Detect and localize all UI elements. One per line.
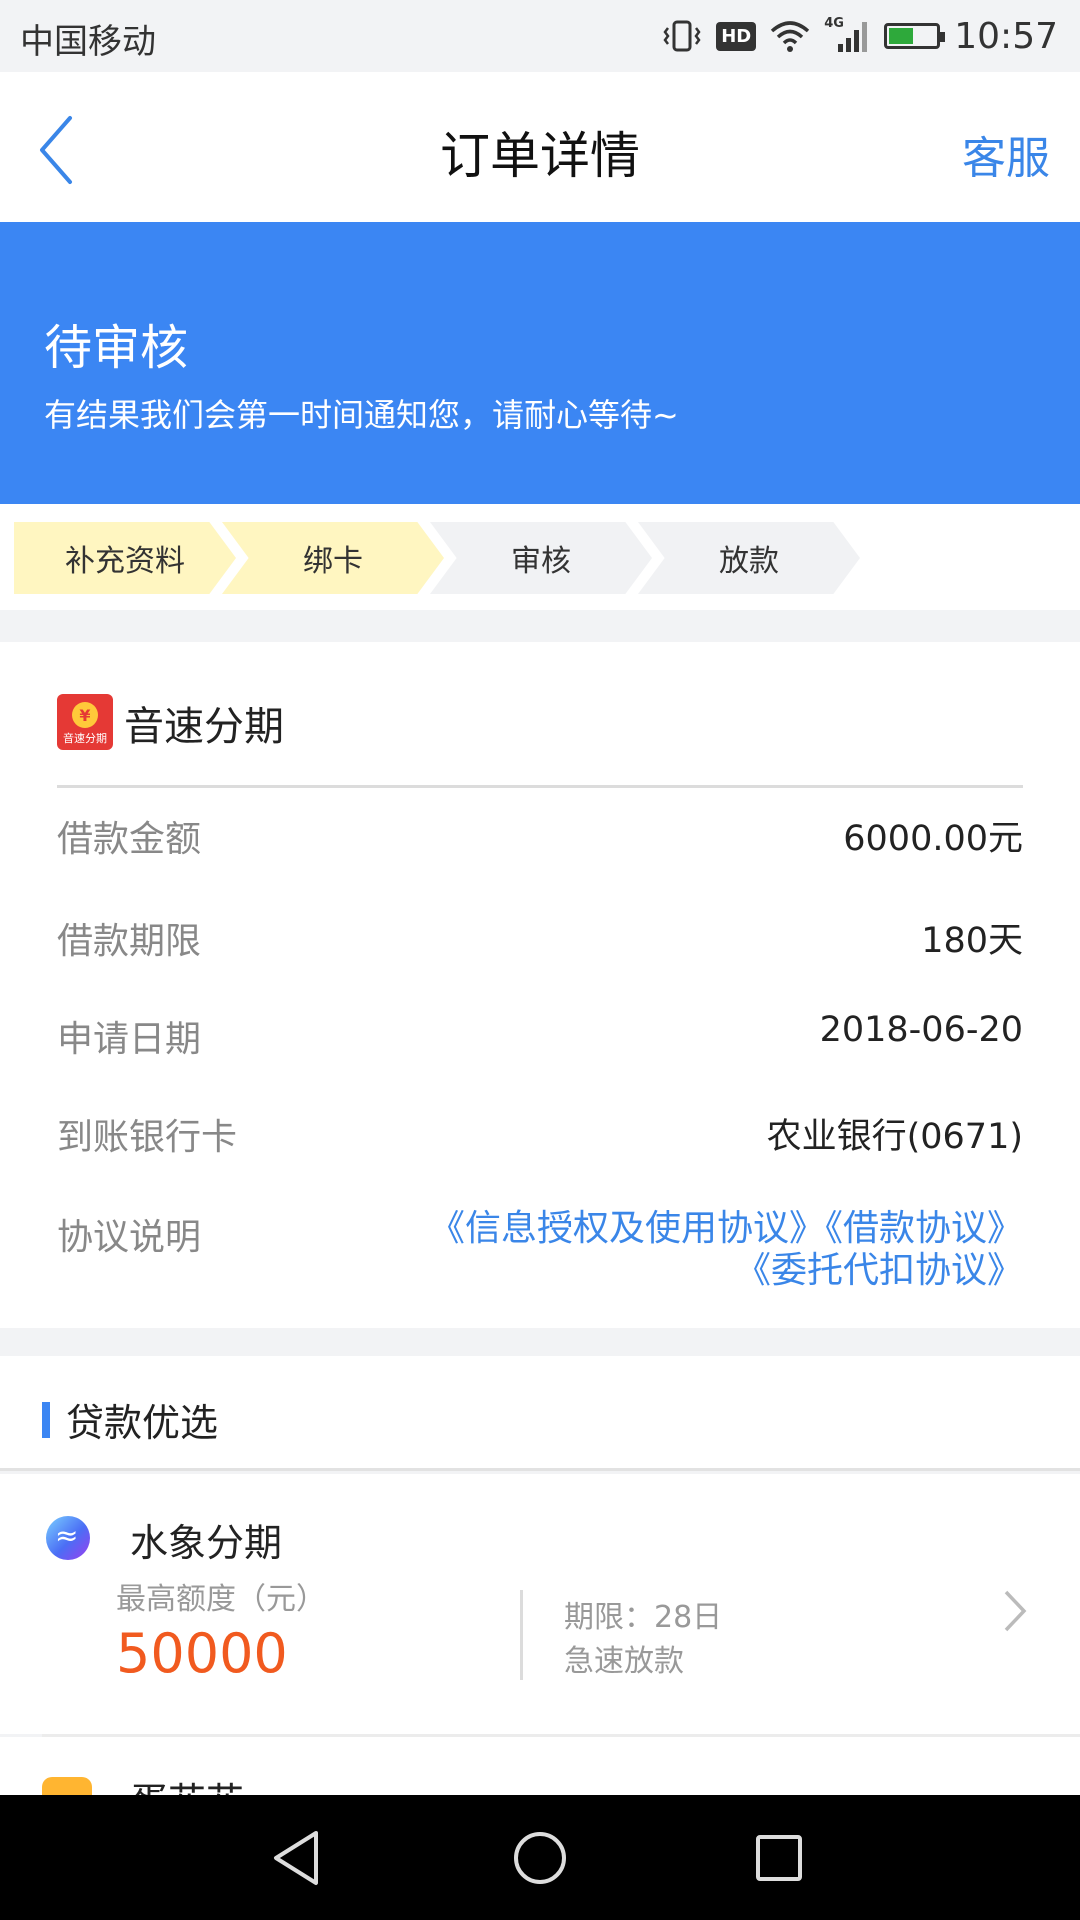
step-review: 审核 (430, 522, 652, 594)
product-logo-text: 音速分期 (63, 732, 107, 745)
loan-name: 蛋花花 (130, 1771, 244, 1795)
loan-term: 期限：28日 (564, 1600, 723, 1635)
signal-icon (838, 22, 868, 52)
loan-product-icon (42, 1777, 92, 1795)
detail-label: 借款期限 (57, 921, 202, 962)
step-bind-card: 绑卡 (222, 522, 444, 594)
hd-badge: HD (716, 21, 757, 51)
order-status-title: 待审核 (44, 320, 189, 376)
carrier-name: 中国移动 (20, 22, 156, 62)
detail-row-bank-card: 到账银行卡 农业银行(0671) (57, 1108, 1023, 1168)
detail-label: 协议说明 (57, 1217, 202, 1258)
recents-square-icon[interactable] (746, 1825, 812, 1891)
order-status-subtitle: 有结果我们会第一时间通知您，请耐心等待~ (44, 396, 679, 434)
detail-row-amount: 借款金额 6000.00元 (57, 810, 1023, 870)
yen-icon: ¥ (72, 702, 98, 728)
product-name: 音速分期 (124, 704, 284, 750)
detail-value: 180天 (921, 921, 1023, 961)
loan-name: 水象分期 (130, 1521, 283, 1565)
agreement-link-auto-debit[interactable]: 《委托代扣协议》 (735, 1250, 1023, 1291)
divider (520, 1590, 523, 1680)
home-circle-icon[interactable] (507, 1825, 573, 1891)
loan-feature: 急速放款 (564, 1644, 684, 1679)
cellular-signal: 4G (824, 16, 870, 54)
section-title: 贷款优选 (66, 1401, 219, 1445)
divider (57, 785, 1023, 788)
order-detail-card: ¥ 音速分期 音速分期 借款金额 6000.00元 借款期限 180天 申请日期… (0, 642, 1080, 1328)
wifi-icon (771, 21, 810, 52)
nav-bar: 订单详情 客服 (0, 72, 1080, 222)
loan-item[interactable]: 水象分期 最高额度（元） 50000 期限：28日 急速放款 (0, 1474, 1080, 1734)
battery-icon (884, 23, 946, 49)
loan-item[interactable]: 蛋花花 (0, 1737, 1080, 1795)
detail-row-apply-date: 申请日期 2018-06-20 (57, 1010, 1023, 1070)
loan-limit-label: 最高额度（元） (116, 1582, 326, 1617)
recommend-section-header: 贷款优选 (0, 1356, 1080, 1471)
status-icons: HD 4G 10:57 (662, 12, 1058, 60)
product-logo: ¥ 音速分期 (57, 694, 113, 750)
back-triangle-icon[interactable] (266, 1825, 332, 1891)
section-accent-bar (42, 1402, 50, 1438)
detail-label: 到账银行卡 (57, 1117, 238, 1158)
progress-steps: 补充资料 绑卡 审核 放款 (0, 504, 1080, 610)
detail-row-agreements: 协议说明 《信息授权及使用协议》《借款协议》 《委托代扣协议》 (57, 1208, 1023, 1308)
detail-value: 农业银行(0671) (766, 1117, 1023, 1157)
loan-amount: 50000 (116, 1622, 288, 1685)
clock: 10:57 (954, 15, 1058, 57)
detail-value: 2018-06-20 (819, 1010, 1023, 1050)
customer-service-button[interactable]: 客服 (962, 122, 1050, 186)
detail-label: 申请日期 (57, 1019, 202, 1060)
detail-value: 6000.00元 (843, 819, 1023, 859)
status-bar: 中国移动 HD 4G 10:57 (0, 0, 1080, 72)
agreement-link-info-auth[interactable]: 《信息授权及使用协议》 (429, 1208, 825, 1249)
status-banner: 待审核 有结果我们会第一时间通知您，请耐心等待~ (0, 222, 1080, 504)
agreement-link-loan[interactable]: 《借款协议》 (825, 1208, 1023, 1249)
step-disburse: 放款 (638, 522, 860, 594)
detail-row-term: 借款期限 180天 (57, 912, 1023, 972)
page-title: 订单详情 (440, 127, 640, 185)
vibrate-icon (663, 20, 701, 52)
chevron-right-icon (1004, 1590, 1027, 1632)
loan-product-icon (46, 1516, 90, 1560)
agreement-links: 《信息授权及使用协议》《借款协议》 《委托代扣协议》 (429, 1208, 1023, 1292)
system-nav-bar (0, 1795, 1080, 1920)
detail-label: 借款金额 (57, 819, 202, 860)
step-supplement-info: 补充资料 (14, 522, 236, 594)
